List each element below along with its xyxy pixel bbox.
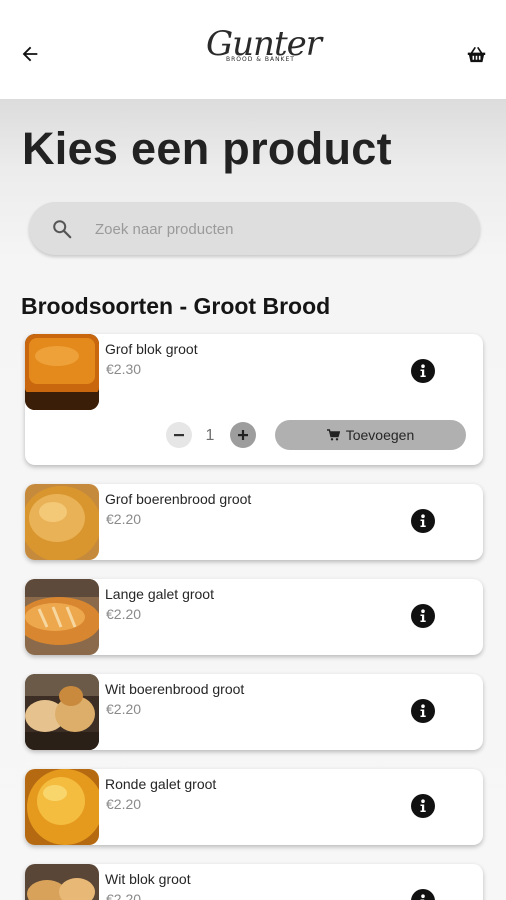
- product-price: €2.20: [106, 606, 142, 622]
- main-content: Kies een product Broodsoorten - Groot Br…: [0, 99, 506, 900]
- info-icon: [420, 609, 426, 622]
- increase-quantity-button[interactable]: [230, 422, 256, 448]
- product-image: [25, 579, 99, 655]
- product-name: Wit blok groot: [105, 871, 191, 887]
- info-icon: [420, 514, 426, 527]
- product-price: €2.20: [106, 796, 142, 812]
- info-icon: [420, 704, 426, 717]
- category-title: Broodsoorten - Groot Brood: [21, 293, 331, 319]
- product-price: €2.20: [106, 891, 142, 900]
- cart-button[interactable]: [462, 42, 490, 68]
- shopping-basket-icon: [467, 47, 485, 63]
- product-price: €2.30: [106, 361, 142, 377]
- product-name: Wit boerenbrood groot: [105, 681, 245, 697]
- product-name: Ronde galet groot: [105, 776, 217, 792]
- add-button-label: Toevoegen: [345, 427, 415, 443]
- product-price: €2.20: [106, 511, 142, 527]
- search-bar[interactable]: [29, 202, 480, 255]
- product-price: €2.20: [106, 701, 142, 717]
- info-button[interactable]: [411, 604, 435, 628]
- logo-tagline: BROOD & BANKET: [226, 56, 295, 63]
- search-input[interactable]: [95, 214, 455, 244]
- info-button[interactable]: [411, 794, 435, 818]
- back-button[interactable]: [14, 38, 46, 70]
- product-card[interactable]: Lange galet groot €2.20: [25, 579, 483, 655]
- info-button[interactable]: [411, 889, 435, 900]
- cart-icon: [326, 429, 340, 441]
- product-card[interactable]: Grof blok groot €2.30 1 Toevoegen: [25, 334, 483, 465]
- plus-icon: [238, 430, 248, 440]
- product-image: [25, 769, 99, 845]
- info-icon: [420, 894, 425, 900]
- info-icon: [420, 364, 426, 377]
- product-image: [25, 484, 99, 560]
- product-name: Grof boerenbrood groot: [105, 491, 252, 507]
- search-icon: [53, 220, 72, 239]
- info-button[interactable]: [411, 509, 435, 533]
- decrease-quantity-button[interactable]: [166, 422, 192, 448]
- product-name: Grof blok groot: [105, 341, 198, 357]
- minus-icon: [174, 434, 184, 437]
- product-card[interactable]: Grof boerenbrood groot €2.20: [25, 484, 483, 560]
- product-image: [25, 864, 99, 900]
- page-title: Kies een product: [22, 123, 392, 174]
- info-button[interactable]: [411, 699, 435, 723]
- product-card[interactable]: Wit blok groot €2.20: [25, 864, 483, 900]
- product-image: [25, 334, 99, 410]
- product-image: [25, 674, 99, 750]
- arrow-left-icon: [22, 46, 38, 62]
- quantity-value: 1: [205, 427, 215, 444]
- product-name: Lange galet groot: [105, 586, 214, 602]
- product-card[interactable]: Wit boerenbrood groot €2.20: [25, 674, 483, 750]
- product-card[interactable]: Ronde galet groot €2.20: [25, 769, 483, 845]
- app-header: Gunter BROOD & BANKET: [0, 0, 506, 99]
- add-to-cart-button[interactable]: Toevoegen: [275, 420, 466, 450]
- brand-logo: Gunter BROOD & BANKET: [206, 26, 322, 78]
- info-icon: [420, 799, 426, 812]
- info-button[interactable]: [411, 359, 435, 383]
